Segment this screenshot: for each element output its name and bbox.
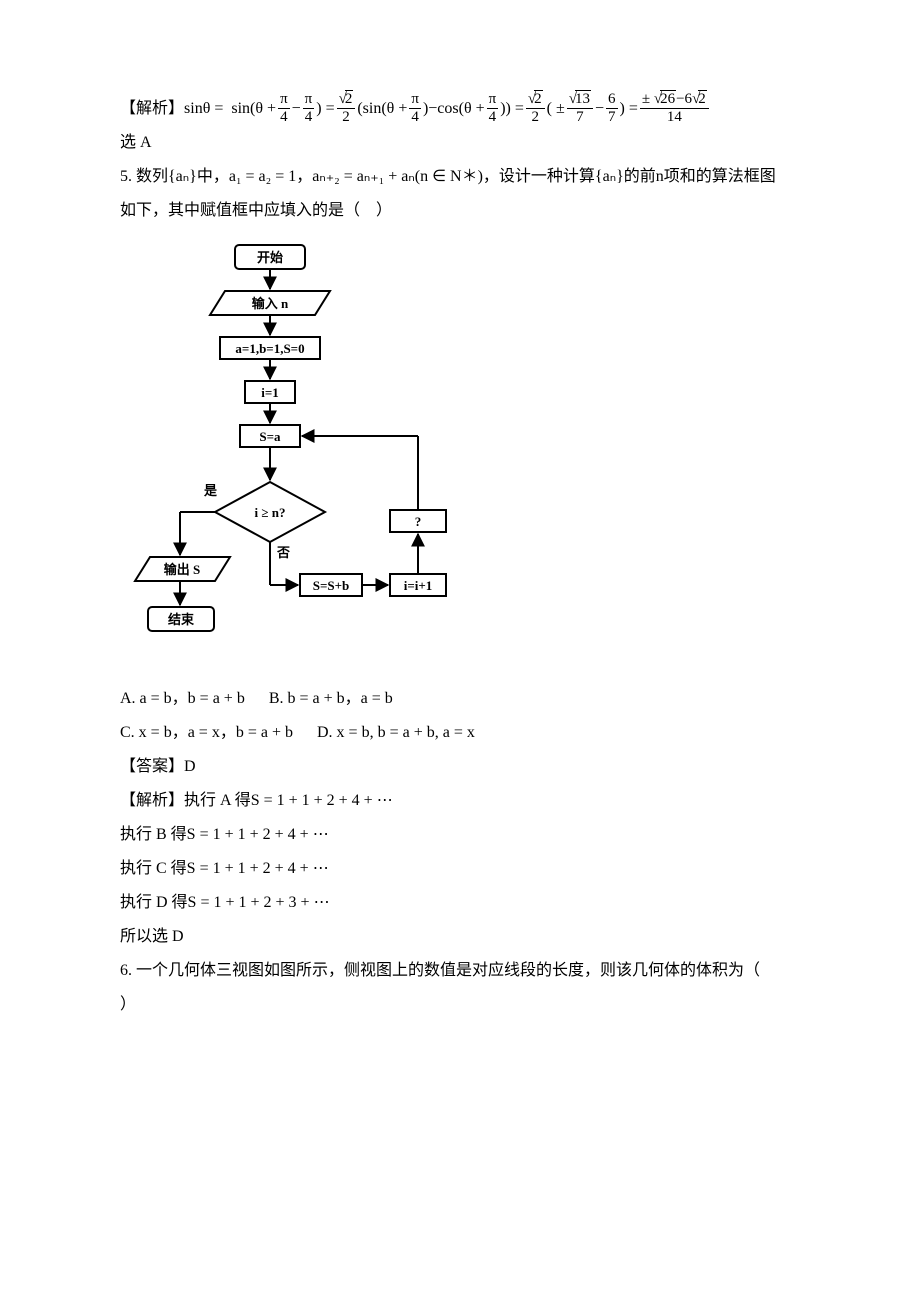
frac-pi4c: π 4 xyxy=(409,92,421,125)
frac-final: ± 26−62 14 xyxy=(640,92,709,125)
fc-ssb: S=S+b xyxy=(313,578,350,593)
q5-explain-B: 执行 B 得S = 1 + 1 + 2 + 4 + ⋯ xyxy=(120,819,810,851)
q6-stem-line1: 6. 一个几何体三视图如图所示，侧视图上的数值是对应线段的长度，则该几何体的体积… xyxy=(120,955,810,987)
eq1: ) = xyxy=(316,93,334,125)
fc-start: 开始 xyxy=(257,250,283,265)
q5-option-b: B. b = a + b，a = b xyxy=(269,683,393,715)
mid2: )−cos(θ + xyxy=(423,93,485,125)
expr-prefix: sinθ = sin(θ + xyxy=(184,93,276,125)
mid5: − xyxy=(595,93,604,125)
dash1: − xyxy=(292,93,301,125)
sqrt-icon: 13 xyxy=(569,92,591,107)
explain-label: 【解析】 xyxy=(120,93,184,125)
fc-i1: i=1 xyxy=(261,385,279,400)
mid3: )) = xyxy=(500,93,524,125)
fc-end: 结束 xyxy=(168,612,195,627)
q5-stem1: 数列{aₙ}中，a₁ = a₂ = 1，aₙ₊₂ = aₙ₊₁ + aₙ(n ∈… xyxy=(136,161,776,193)
q5-option-d: D. x = b, b = a + b, a = x xyxy=(317,717,475,749)
fc-input: 输入 n xyxy=(252,296,289,311)
q5-number: 5. xyxy=(120,161,132,193)
sqrt-icon: 26 xyxy=(654,92,676,107)
frac-sqrt13-7: 13 7 xyxy=(567,92,593,125)
frac-pi4a: π 4 xyxy=(278,92,290,125)
frac-6-7: 6 7 xyxy=(606,92,618,125)
fc-output: 输出 S xyxy=(164,562,200,577)
q4-conclusion: 选 A xyxy=(120,127,810,159)
frac-sqrt2-2b: 2 2 xyxy=(526,92,545,125)
frac-pi4d: π 4 xyxy=(487,92,499,125)
mid1: (sin(θ + xyxy=(357,93,407,125)
q5-explain-D: 执行 D 得S = 1 + 1 + 2 + 3 + ⋯ xyxy=(120,887,810,919)
q5-options-row1: A. a = b，b = a + b B. b = a + b，a = b xyxy=(120,683,810,715)
frac-pi4b: π 4 xyxy=(303,92,315,125)
q5-option-a: A. a = b，b = a + b xyxy=(120,683,245,715)
q5-stem-line2: 如下，其中赋值框中应填入的是（ ） xyxy=(120,195,810,227)
fc-iinc: i=i+1 xyxy=(404,578,433,593)
fc-sa: S=a xyxy=(259,429,281,444)
q5-option-c: C. x = b，a = x，b = a + b xyxy=(120,717,293,749)
q5-explain-conclusion: 所以选 D xyxy=(120,921,810,953)
mid6: ) = xyxy=(620,93,638,125)
q6-number: 6. xyxy=(120,955,132,987)
fc-no: 否 xyxy=(276,545,290,560)
q6-stem-line2: ） xyxy=(120,989,810,1021)
page-content: 【解析】 sinθ = sin(θ + π 4 − π 4 ) = 2 2 (s… xyxy=(0,0,920,1083)
q5-explain-C: 执行 C 得S = 1 + 1 + 2 + 4 + ⋯ xyxy=(120,853,810,885)
sqrt-icon: 2 xyxy=(528,92,543,107)
q5-explain-A: 【解析】执行 A 得S = 1 + 1 + 2 + 4 + ⋯ xyxy=(120,785,810,817)
flowchart-diagram: 开始 输入 n a=1,b=1,S=0 i=1 S=a i ≥ n? 是 输出 … xyxy=(140,237,500,677)
sqrt-icon: 2 xyxy=(339,92,354,107)
fc-cond: i ≥ n? xyxy=(255,505,286,520)
sqrt-icon: 2 xyxy=(692,92,707,107)
fc-yes: 是 xyxy=(203,483,218,498)
q5-stem-line1: 5. 数列{aₙ}中，a₁ = a₂ = 1，aₙ₊₂ = aₙ₊₁ + aₙ(… xyxy=(120,161,810,193)
q5-options-row2: C. x = b，a = x，b = a + b D. x = b, b = a… xyxy=(120,717,810,749)
mid4: ( ± xyxy=(547,93,565,125)
fc-blank: ? xyxy=(415,514,422,529)
fc-init: a=1,b=1,S=0 xyxy=(235,341,304,356)
q5-answer: 【答案】D xyxy=(120,751,810,783)
q4-explanation-line: 【解析】 sinθ = sin(θ + π 4 − π 4 ) = 2 2 (s… xyxy=(120,92,810,125)
frac-sqrt2-2a: 2 2 xyxy=(337,92,356,125)
